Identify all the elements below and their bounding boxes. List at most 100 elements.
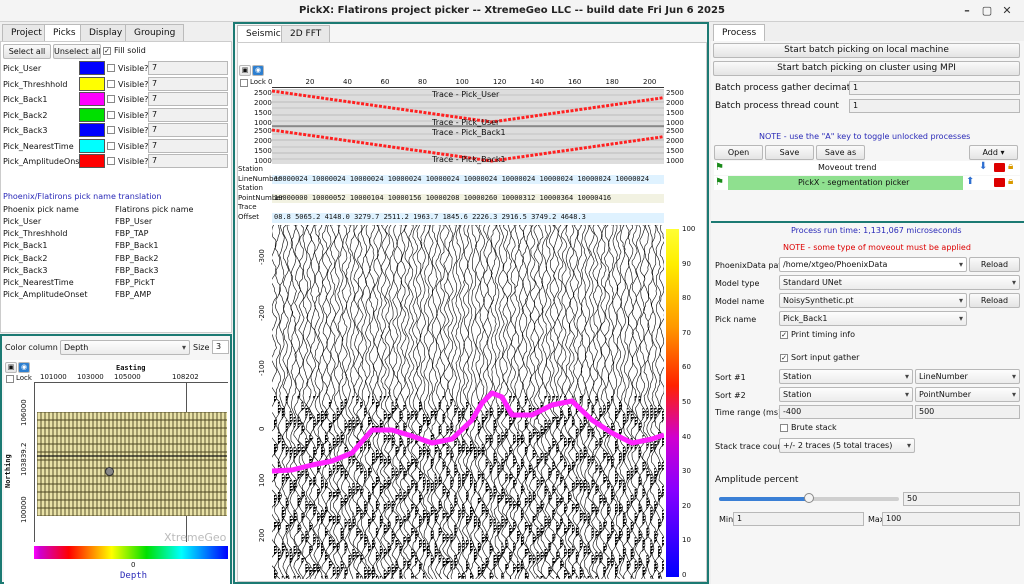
close-icon[interactable]: ✕	[998, 2, 1016, 20]
seismic-camera-icon[interactable]: ◉	[252, 65, 264, 76]
data-path-select[interactable]: /home/xtgeo/PhoenixData	[779, 257, 967, 272]
color-column-select[interactable]: Depth	[60, 340, 190, 355]
map-lock-checkbox[interactable]	[6, 375, 14, 383]
lock-icon[interactable]: 🔒︎	[1008, 161, 1013, 172]
max-input[interactable]: 100	[882, 512, 1020, 526]
pick-color-swatch[interactable]	[79, 138, 105, 153]
open-button[interactable]: Open	[714, 145, 763, 160]
remove-icon[interactable]	[994, 178, 1005, 187]
header-tick-left: 2000	[254, 99, 272, 107]
pick-size-input[interactable]: 7	[148, 107, 228, 122]
seismic-wiggle-area[interactable]	[272, 225, 664, 579]
trace-tick: 80	[418, 78, 427, 86]
unselect-all-button[interactable]: Unselect all	[53, 44, 101, 59]
seismic-view[interactable]: ▣ ◉ Lock 0 20 40 60 80 100 120 140 160 180 200 Tra…	[237, 42, 707, 582]
sort1-secondary-select[interactable]: LineNumber	[915, 369, 1020, 384]
flag-icon[interactable]: ⚑	[715, 162, 724, 173]
sort2-key-select[interactable]: Station	[779, 387, 913, 402]
translation-flatirons-name: FBP_PickT	[115, 278, 155, 287]
move-up-icon[interactable]: ⬆	[966, 176, 974, 187]
header-row-values: 10000024 10000024 10000024 10000024 1000…	[274, 174, 650, 183]
pick-name: Pick_Back2	[3, 110, 48, 120]
tab-display[interactable]: Display	[80, 24, 132, 41]
tab-process[interactable]: Process	[713, 24, 766, 42]
panel2-title-2: Trace - Pick_Back1	[432, 155, 506, 164]
tab-2d-fft[interactable]: 2D FFT	[281, 25, 331, 42]
pick-visible-checkbox[interactable]	[107, 126, 115, 134]
pick-visible-checkbox[interactable]	[107, 64, 115, 72]
sort2-secondary-select[interactable]: PointNumber	[915, 387, 1020, 402]
amplitude-slider[interactable]	[719, 493, 899, 503]
threads-input[interactable]: 1	[849, 99, 1020, 113]
sort1-key-select[interactable]: Station	[779, 369, 913, 384]
pick-color-swatch[interactable]	[79, 123, 105, 137]
pick-visible-checkbox[interactable]	[107, 79, 115, 88]
pick-color-swatch[interactable]	[79, 76, 105, 91]
brute-stack-checkbox[interactable]	[780, 424, 788, 432]
time-max-input[interactable]: 500	[915, 405, 1020, 419]
select-all-button[interactable]: Select all	[3, 44, 51, 59]
pick-size-input[interactable]: 7	[148, 138, 228, 153]
easting-tick: 103000	[77, 373, 104, 381]
pick-color-swatch[interactable]	[79, 154, 105, 168]
decimation-input[interactable]: 1	[849, 81, 1020, 95]
data-path-label: PhoenixData path	[715, 261, 787, 270]
header-row-label: Offset	[238, 213, 260, 221]
tab-grouping[interactable]: Grouping	[125, 24, 185, 41]
pick-visible-checkbox[interactable]	[107, 141, 115, 150]
map-camera-icon[interactable]: ◉	[18, 362, 30, 373]
process-row-moveout[interactable]: ⚑ Moveout trend ⬇ 🔒︎	[714, 161, 1020, 175]
pick-visible-checkbox[interactable]	[107, 110, 115, 119]
amplitude-value-input[interactable]: 50	[903, 492, 1020, 506]
flag-icon[interactable]: ⚑	[715, 177, 724, 188]
seismic-lock-checkbox[interactable]	[240, 79, 248, 87]
pick-size-input[interactable]: 7	[148, 76, 228, 91]
stack-count-select[interactable]: +/- 2 traces (5 total traces)	[779, 438, 915, 453]
amplitude-colorbar-tick: 50	[682, 398, 691, 406]
pick-size-input[interactable]: 7	[148, 123, 228, 137]
pick-visible-checkbox[interactable]	[107, 157, 115, 165]
min-input[interactable]: 1	[733, 512, 864, 526]
translation-flatirons-name: FBP_Back2	[115, 253, 159, 263]
selected-gather-marker	[105, 467, 114, 476]
map-image-icon[interactable]: ▣	[5, 362, 17, 373]
pick-color-swatch[interactable]	[79, 92, 105, 106]
reload-model-button[interactable]: Reload	[969, 293, 1020, 308]
sort-input-checkbox[interactable]: ✓	[780, 354, 788, 362]
start-mpi-button[interactable]: Start batch picking on cluster using MPI	[713, 61, 1020, 76]
pick-visible-checkbox[interactable]	[107, 95, 115, 103]
runtime-text: Process run time: 1,131,067 microseconds	[791, 226, 962, 235]
save-button[interactable]: Save	[765, 145, 814, 160]
pick-size-input[interactable]: 7	[148, 61, 228, 75]
start-local-button[interactable]: Start batch picking on local machine	[713, 43, 1020, 58]
add-button[interactable]: Add ▾	[969, 145, 1018, 160]
minimize-icon[interactable]: –	[958, 2, 976, 20]
header-row-label: Trace	[238, 203, 257, 212]
lock-icon[interactable]: 🔒︎	[1008, 176, 1013, 187]
translation-phoenix-name: Pick_Back3	[3, 265, 48, 275]
pick-color-swatch[interactable]	[79, 61, 105, 75]
model-name-select[interactable]: NoisySynthetic.pt	[779, 293, 967, 308]
pick-visible-label: Visible?	[118, 141, 149, 151]
pick-color-swatch[interactable]	[79, 107, 105, 122]
amplitude-slider-handle[interactable]	[804, 493, 814, 503]
model-type-select[interactable]: Standard UNet	[779, 275, 1020, 290]
pick-name: Pick_User	[3, 64, 42, 73]
save-as-button[interactable]: Save as	[816, 145, 865, 160]
process-row-pickx[interactable]: ⚑ PickX - segmentation picker ⬆ 🔒︎	[714, 176, 1020, 190]
maximize-icon[interactable]: ▢	[978, 2, 996, 20]
pick-name-select[interactable]: Pick_Back1	[779, 311, 967, 326]
print-timing-checkbox[interactable]: ✓	[780, 331, 788, 339]
tab-picks[interactable]: Picks	[44, 24, 85, 42]
trace-tick: 20	[305, 78, 315, 86]
time-min-input[interactable]: -400	[779, 405, 913, 419]
reload-path-button[interactable]: Reload	[969, 257, 1020, 272]
pick-size-input[interactable]: 7	[148, 154, 228, 168]
pick-size-input[interactable]: 7	[148, 92, 228, 106]
fill-solid-checkbox[interactable]: ✓	[103, 47, 111, 55]
move-down-icon[interactable]: ⬇	[979, 161, 987, 172]
seismic-image-icon[interactable]: ▣	[239, 65, 251, 76]
size-input[interactable]: 3	[212, 340, 229, 354]
remove-icon[interactable]	[994, 163, 1005, 172]
map-view[interactable]: ▣ ◉ Lock Easting 101000 103000 105000 10…	[4, 360, 230, 584]
